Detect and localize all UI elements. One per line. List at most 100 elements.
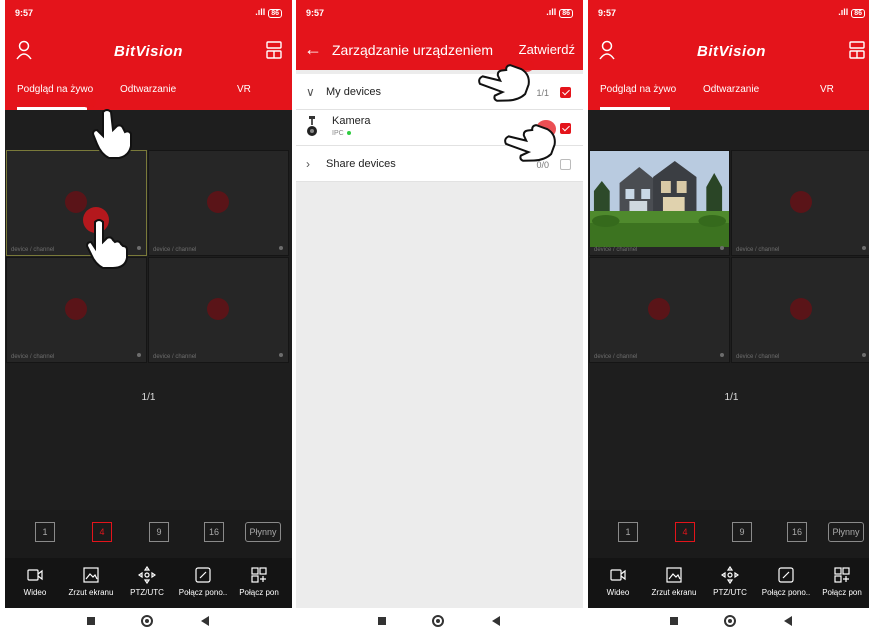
channel-caption: device / channel: [594, 354, 638, 360]
live-view-area: device / channel device / channel device…: [5, 110, 292, 558]
home-icon[interactable]: [724, 615, 736, 627]
hand-pointer-icon: [91, 109, 132, 159]
tab-live-view[interactable]: Podgląd na żywo: [17, 84, 93, 95]
channel-cell-3[interactable]: device / channel: [6, 257, 147, 363]
channel-status-dot: [137, 353, 141, 357]
layout-icon[interactable]: [849, 41, 865, 59]
channel-caption: device / channel: [153, 247, 197, 253]
channel-status-dot: [862, 353, 866, 357]
connect-all-button[interactable]: Połącz pon: [231, 566, 287, 597]
battery-icon: 86: [851, 9, 865, 18]
share-devices-checkbox[interactable]: [560, 159, 571, 170]
page-title: Zarządzanie urządzeniem: [332, 42, 494, 58]
tab-vr[interactable]: VR: [237, 84, 251, 95]
device-name: Kamera: [332, 115, 371, 127]
confirm-button[interactable]: Zatwierdź: [519, 42, 575, 57]
my-devices-count: 1/1: [536, 88, 549, 98]
channel-cell-3[interactable]: device / channel: [589, 257, 730, 363]
channel-caption: device / channel: [153, 354, 197, 360]
home-icon[interactable]: [432, 615, 444, 627]
bottom-toolbar: Wideo Zrzut ekranu PTZ/UTC Połącz pono..…: [588, 558, 869, 608]
recents-icon[interactable]: [87, 617, 95, 625]
screenshot-button[interactable]: Zrzut ekranu: [646, 566, 702, 597]
connect-icon: [778, 567, 794, 583]
phone-screen-live-view-camera: 9:57 .ıll 86 BitVision Podgląd na żywo Od…: [588, 0, 869, 635]
channel-cell-1[interactable]: device / channel: [589, 150, 730, 256]
brand-logo: BitVision: [697, 43, 766, 60]
channel-caption: device / channel: [11, 354, 55, 360]
chevron-right-icon: ›: [306, 157, 310, 171]
tab-vr[interactable]: VR: [820, 84, 834, 95]
channel-cell-2[interactable]: device / channel: [148, 150, 289, 256]
channel-cell-4[interactable]: device / channel: [148, 257, 289, 363]
page-indicator: 1/1: [724, 392, 739, 403]
bottom-toolbar: Wideo Zrzut ekranu PTZ/UTC Połącz pono..…: [5, 558, 292, 608]
channel-status-dot: [137, 246, 141, 250]
connect-button[interactable]: Połącz pono..: [175, 566, 231, 597]
add-channel-icon: [65, 298, 87, 320]
status-bar: 9:57 .ıll 86: [588, 0, 869, 30]
back-icon[interactable]: [492, 616, 500, 626]
brand-logo: BitVision: [114, 43, 183, 60]
phone-screen-live-view-empty: 9:57 .ıll 86 BitVision Podgląd na żywo Od…: [5, 0, 292, 635]
ptz-button[interactable]: PTZ/UTC: [702, 566, 758, 597]
layout-9-button[interactable]: 9: [732, 522, 752, 542]
recents-icon[interactable]: [670, 617, 678, 625]
channel-status-dot: [720, 353, 724, 357]
ptz-icon: [721, 566, 739, 584]
channel-status-dot: [720, 246, 724, 250]
my-devices-checkbox[interactable]: [560, 87, 571, 98]
home-icon[interactable]: [141, 615, 153, 627]
system-nav-bar: [5, 608, 292, 635]
channel-cell-2[interactable]: device / channel: [731, 150, 869, 256]
layout-4-button[interactable]: 4: [92, 522, 112, 542]
layout-icon[interactable]: [266, 41, 282, 59]
channel-caption: device / channel: [11, 247, 55, 253]
back-icon[interactable]: [201, 616, 209, 626]
my-devices-group[interactable]: ∨ My devices 1/1: [296, 74, 583, 110]
screenshot-button[interactable]: Zrzut ekranu: [63, 566, 119, 597]
ptz-button[interactable]: PTZ/UTC: [119, 566, 175, 597]
hand-pointer-icon: [85, 219, 128, 269]
channel-status-dot: [279, 246, 283, 250]
tab-playback[interactable]: Odtwarzanie: [703, 84, 759, 95]
tab-playback[interactable]: Odtwarzanie: [120, 84, 176, 95]
layout-selector: 1 4 9 16 Płynny: [588, 510, 869, 558]
my-devices-label: My devices: [326, 86, 382, 98]
channel-caption: device / channel: [594, 247, 638, 253]
device-type: IPC: [332, 130, 351, 137]
tab-live-view[interactable]: Podgląd na żywo: [600, 84, 676, 95]
online-status-dot: [346, 131, 351, 136]
back-icon[interactable]: [784, 616, 792, 626]
add-channel-icon: [648, 298, 670, 320]
app-bar: BitVision: [5, 30, 292, 72]
channel-caption: device / channel: [736, 247, 780, 253]
status-time: 9:57: [15, 8, 34, 18]
smooth-button[interactable]: Płynny: [245, 522, 281, 542]
layout-9-button[interactable]: 9: [149, 522, 169, 542]
app-bar: BitVision: [588, 30, 869, 72]
connect-icon: [195, 567, 211, 583]
smooth-button[interactable]: Płynny: [828, 522, 864, 542]
layout-16-button[interactable]: 16: [787, 522, 807, 542]
battery-icon: 86: [268, 9, 282, 18]
device-checkbox[interactable]: [560, 123, 571, 134]
connect-all-button[interactable]: Połącz pon: [814, 566, 869, 597]
layout-1-button[interactable]: 1: [618, 522, 638, 542]
recents-icon[interactable]: [378, 617, 386, 625]
add-channel-icon: [207, 298, 229, 320]
status-bar: 9:57 .ıll 86: [5, 0, 292, 30]
video-button[interactable]: Wideo: [590, 566, 646, 597]
back-arrow-icon[interactable]: ←: [304, 40, 322, 58]
layout-4-button[interactable]: 4: [675, 522, 695, 542]
add-channel-icon: [790, 298, 812, 320]
connect-button[interactable]: Połącz pono..: [758, 566, 814, 597]
add-channel-icon: [790, 191, 812, 213]
layout-1-button[interactable]: 1: [35, 522, 55, 542]
video-button[interactable]: Wideo: [7, 566, 63, 597]
system-nav-bar: [296, 608, 583, 635]
channel-cell-4[interactable]: device / channel: [731, 257, 869, 363]
device-manager-header: ← Zarządzanie urządzeniem Zatwierdź: [296, 30, 583, 70]
layout-16-button[interactable]: 16: [204, 522, 224, 542]
tap-indicator: [82, 98, 96, 108]
